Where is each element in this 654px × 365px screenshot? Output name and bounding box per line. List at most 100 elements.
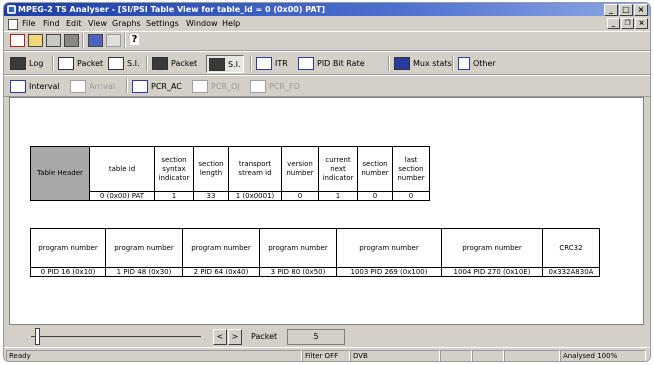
print-icon[interactable] — [64, 34, 79, 47]
menu-file[interactable]: File — [22, 17, 35, 30]
status-ready: Ready — [6, 350, 302, 361]
arrival-graph-button[interactable]: Arrival — [70, 78, 115, 94]
previous-packet-button[interactable]: < — [213, 329, 227, 345]
pid-bitrate-icon — [298, 56, 314, 70]
pcr-oj-graph-button[interactable]: PCR_OJ — [192, 78, 240, 94]
status-filter: Filter OFF — [302, 350, 350, 361]
log-icon — [10, 56, 26, 70]
arrival-graph-icon — [70, 79, 86, 93]
mux-stats-button[interactable]: Mux stats — [394, 55, 452, 71]
menu-edit[interactable]: Edit — [66, 17, 82, 30]
doc-restore-button[interactable]: ❐ — [621, 18, 634, 29]
packet-navigator: < > Packet 5 — [9, 325, 642, 347]
packet-label: Packet — [251, 332, 278, 341]
pcr-ac-graph-button[interactable]: PCR_AC — [132, 78, 182, 94]
header-value: 0 — [392, 191, 430, 201]
program-value: 0 PID 16 (0x10) — [30, 267, 106, 277]
toolbar-separator — [124, 33, 126, 48]
header-value: 1 — [318, 191, 358, 201]
itr-button[interactable]: ITR — [256, 55, 288, 71]
menu-view[interactable]: View — [88, 17, 107, 30]
crc32-column: CRC32 — [542, 228, 600, 268]
next-packet-button[interactable]: > — [228, 329, 242, 345]
copy-icon[interactable] — [106, 34, 121, 47]
program-column: program number — [336, 228, 442, 268]
program-column: program number — [30, 228, 106, 268]
header-column: section number — [357, 146, 393, 192]
new-icon[interactable] — [10, 34, 25, 47]
header-column: transport stream id — [228, 146, 282, 192]
menu-graphs[interactable]: Graphs — [112, 17, 141, 30]
header-value: 1 (0x0001) — [228, 191, 282, 201]
program-column: program number — [105, 228, 183, 268]
program-value: 2 PID 64 (0x40) — [182, 267, 260, 277]
si-view-icon — [209, 57, 225, 71]
si-button[interactable]: S.I. — [108, 55, 140, 71]
status-mode: DVB — [350, 350, 440, 361]
packet-icon — [58, 56, 74, 70]
packet-view-icon — [152, 56, 168, 70]
toolbar-separator — [126, 78, 128, 93]
app-icon — [7, 5, 16, 14]
mux-stats-icon — [394, 56, 410, 70]
packet-button[interactable]: Packet — [58, 55, 103, 71]
status-pane — [440, 350, 472, 361]
graph-toolbar: Interval Arrival PCR_AC PCR_OJ PCR_FO — [4, 75, 650, 97]
doc-minimize-button[interactable]: _ — [607, 18, 620, 29]
open-icon[interactable] — [28, 34, 43, 47]
doc-close-button[interactable]: × — [635, 18, 648, 29]
status-pane — [504, 350, 560, 361]
status-pane — [472, 350, 504, 361]
menu-help[interactable]: Help — [222, 17, 240, 30]
close-button[interactable]: × — [634, 4, 648, 16]
menu-bar: File Find Edit View Graphs Settings Wind… — [4, 17, 650, 30]
header-column: last section number — [392, 146, 430, 192]
header-value: 0 (0x00) PAT — [89, 191, 155, 201]
packet-slider-thumb[interactable] — [35, 328, 40, 345]
si-view-button[interactable]: S.I. — [206, 55, 244, 73]
interval-graph-button[interactable]: Interval — [10, 78, 60, 94]
standard-toolbar: ? — [4, 31, 650, 51]
maximize-button[interactable]: □ — [619, 4, 633, 16]
program-table-grid: program number program number program nu… — [30, 228, 600, 277]
pcr-fo-graph-icon — [250, 79, 266, 93]
view-toolbar: Log Packet S.I. Packet S.I. ITR PID Bit … — [4, 51, 650, 75]
window-title: MPEG-2 TS Analyser - [SI/PSI Table View … — [18, 5, 326, 14]
binoculars-icon[interactable] — [88, 34, 103, 47]
program-column: program number — [182, 228, 260, 268]
packet-view-button[interactable]: Packet — [152, 55, 197, 71]
menu-window[interactable]: Window — [186, 17, 218, 30]
table-header-grid: Table Header table id section syntax ind… — [30, 146, 430, 201]
header-value: 0 — [281, 191, 319, 201]
packet-slider-track[interactable] — [31, 336, 201, 337]
title-bar: MPEG-2 TS Analyser - [SI/PSI Table View … — [4, 3, 650, 16]
menu-settings[interactable]: Settings — [146, 17, 179, 30]
other-icon — [458, 56, 470, 70]
other-button[interactable]: Other — [458, 55, 496, 71]
table-view-pane: Table Header table id section syntax ind… — [9, 97, 644, 325]
header-column: table id — [89, 146, 155, 192]
header-column: current next indicator — [318, 146, 358, 192]
save-icon[interactable] — [46, 34, 61, 47]
header-column: section syntax indicator — [154, 146, 194, 192]
si-icon — [108, 56, 124, 70]
help-icon[interactable]: ? — [130, 34, 139, 45]
toolbar-separator — [52, 56, 54, 71]
program-value: 1003 PID 269 (0x100) — [336, 267, 442, 277]
toolbar-separator — [146, 56, 148, 71]
pid-bitrate-button[interactable]: PID Bit Rate — [298, 55, 365, 71]
program-value: 1004 PID 270 (0x10E) — [441, 267, 543, 277]
header-value: 0 — [357, 191, 393, 201]
pcr-fo-graph-button[interactable]: PCR_FO — [250, 78, 300, 94]
toolbar-separator — [452, 56, 454, 71]
status-bar: Ready Filter OFF DVB Analysed 100% — [4, 347, 650, 361]
log-button[interactable]: Log — [10, 55, 43, 71]
header-column: version number — [281, 146, 319, 192]
pcr-oj-graph-icon — [192, 79, 208, 93]
menu-find[interactable]: Find — [43, 17, 59, 30]
toolbar-separator — [250, 56, 252, 71]
packet-number-field[interactable]: 5 — [287, 329, 345, 345]
crc32-value: 0x332A830A — [542, 267, 600, 277]
minimize-button[interactable]: _ — [604, 4, 618, 16]
interval-graph-icon — [10, 79, 26, 93]
